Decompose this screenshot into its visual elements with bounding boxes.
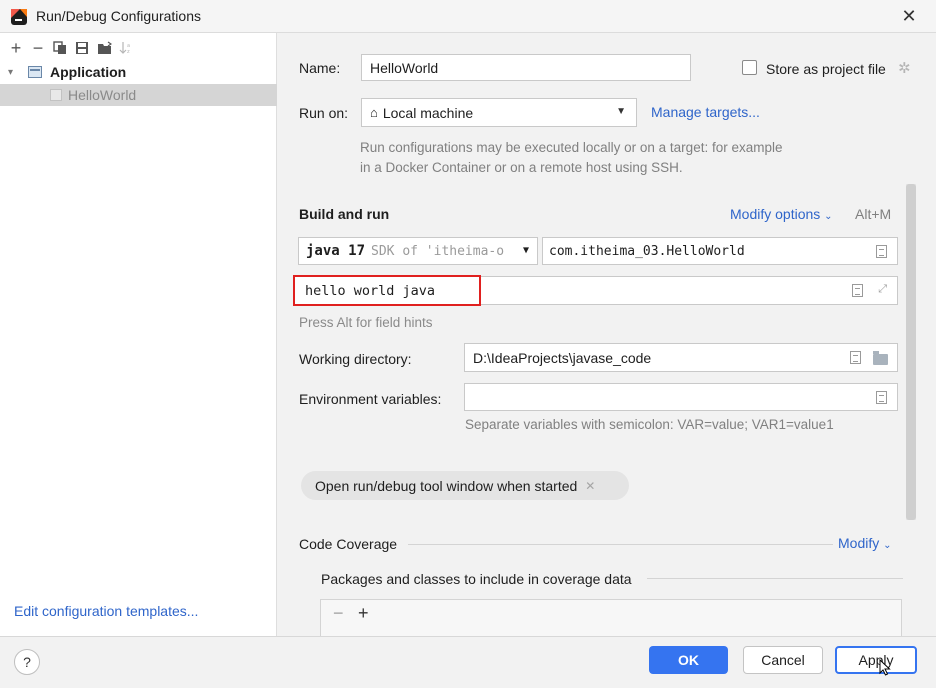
main-class-input[interactable]: com.itheima_03.HelloWorld <box>542 237 898 265</box>
open-tool-window-label: Open run/debug tool window when started <box>315 477 578 494</box>
sort-icon[interactable]: az <box>116 38 136 58</box>
section-divider <box>408 544 833 545</box>
environment-variables-input[interactable] <box>464 383 898 411</box>
remove-package-icon[interactable]: − <box>333 603 344 624</box>
move-to-folder-icon[interactable] <box>94 38 114 58</box>
save-icon[interactable] <box>72 38 92 58</box>
folder-icon[interactable] <box>873 351 888 365</box>
svg-text:z: z <box>127 49 130 55</box>
application-icon <box>28 66 42 78</box>
chevron-down-icon: ⌄ <box>883 540 892 551</box>
home-icon: ⌂ <box>370 105 378 120</box>
coverage-modify-label: Modify <box>838 535 880 551</box>
chevron-down-icon[interactable]: ▾ <box>8 67 22 78</box>
run-config-icon <box>50 89 62 101</box>
jdk-version: java 17 <box>306 243 366 259</box>
red-highlight-box <box>293 275 481 306</box>
close-icon[interactable]: ✕ <box>897 3 921 29</box>
intellij-logo-icon <box>11 9 27 25</box>
insert-macro-icon[interactable] <box>850 351 861 364</box>
help-button[interactable]: ? <box>14 649 40 675</box>
sidebar-toolbar: + − az <box>6 38 136 58</box>
packages-table <box>320 599 902 636</box>
modify-options-link[interactable]: Modify options ⌄ <box>730 206 833 222</box>
jdk-detail: SDK of 'itheima-o <box>371 243 505 259</box>
run-on-value: Local machine <box>382 104 474 121</box>
remove-option-icon[interactable]: ✕ <box>585 479 595 493</box>
apply-button[interactable]: Apply <box>835 646 917 674</box>
name-label: Name: <box>299 60 341 76</box>
dropdown-arrow-icon: ▼ <box>522 245 529 256</box>
add-icon[interactable]: + <box>6 38 26 58</box>
add-package-icon[interactable]: + <box>358 603 369 624</box>
copy-icon[interactable] <box>50 38 70 58</box>
section-divider <box>647 578 903 579</box>
expand-icon[interactable]: ⤢ <box>878 282 887 296</box>
edit-env-icon[interactable] <box>876 391 887 404</box>
name-input[interactable]: HelloWorld <box>361 54 691 81</box>
tree-node-helloworld[interactable]: HelloWorld <box>0 84 277 106</box>
ok-button[interactable]: OK <box>649 646 728 674</box>
browse-class-icon[interactable] <box>876 245 887 258</box>
cancel-button[interactable]: Cancel <box>743 646 823 674</box>
chevron-down-icon: ⌄ <box>824 211 833 222</box>
manage-targets-link[interactable]: Manage targets... <box>651 104 760 120</box>
working-directory-label: Working directory: <box>299 351 412 367</box>
code-coverage-heading: Code Coverage <box>299 536 398 552</box>
mouse-cursor-icon <box>879 659 891 676</box>
main-class-value: com.itheima_03.HelloWorld <box>549 243 745 259</box>
dropdown-arrow-icon: ▼ <box>616 106 626 117</box>
tree-node-label: Application <box>50 64 127 80</box>
coverage-modify-link[interactable]: Modify ⌄ <box>838 535 892 551</box>
run-on-select[interactable]: ⌂ Local machine ▼ <box>361 98 637 127</box>
configurations-sidebar <box>0 33 277 636</box>
run-on-label: Run on: <box>299 105 349 121</box>
remove-icon[interactable]: − <box>28 38 48 58</box>
edit-templates-link[interactable]: Edit configuration templates... <box>14 603 198 619</box>
insert-macro-icon[interactable] <box>852 284 863 297</box>
gear-icon[interactable]: ✲ <box>898 59 911 77</box>
modify-options-shortcut: Alt+M <box>855 206 892 222</box>
field-hints-text: Press Alt for field hints <box>299 315 433 330</box>
tree-node-application[interactable]: ▾ Application <box>0 61 277 83</box>
environment-variables-hint: Separate variables with semicolon: VAR=v… <box>465 417 834 432</box>
run-on-hint: Run configurations may be executed local… <box>360 140 783 175</box>
working-directory-input[interactable]: D:\IdeaProjects\javase_code <box>464 343 898 372</box>
tree-node-label: HelloWorld <box>68 87 137 103</box>
open-tool-window-option[interactable]: Open run/debug tool window when started … <box>301 471 629 500</box>
build-and-run-heading: Build and run <box>299 206 390 222</box>
packages-heading: Packages and classes to include in cover… <box>321 571 632 587</box>
scrollbar-thumb[interactable] <box>906 184 916 520</box>
store-as-project-file-checkbox[interactable] <box>742 60 757 75</box>
name-value: HelloWorld <box>370 59 439 76</box>
store-as-project-file-label: Store as project file <box>766 61 886 77</box>
environment-variables-label: Environment variables: <box>299 391 442 407</box>
jdk-select[interactable]: java 17 SDK of 'itheima-o ▼ <box>298 237 538 265</box>
modify-options-label: Modify options <box>730 206 821 222</box>
working-directory-value: D:\IdeaProjects\javase_code <box>473 349 652 366</box>
window-title: Run/Debug Configurations <box>36 8 201 24</box>
